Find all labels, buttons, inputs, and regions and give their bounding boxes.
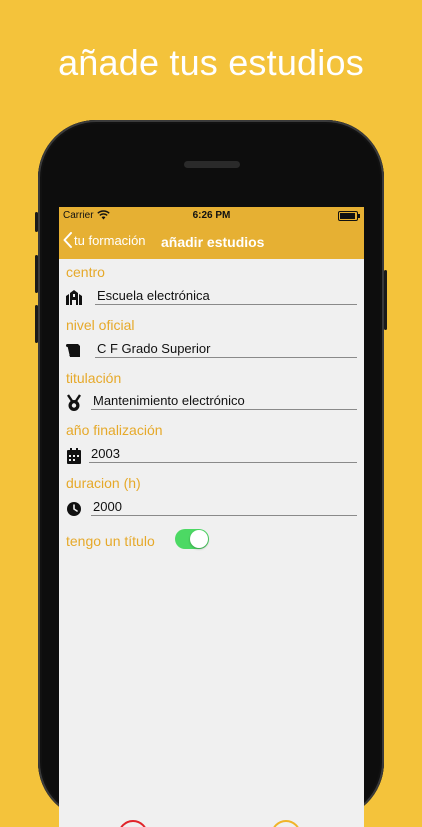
field-label-nivel-oficial: nivel oficial [66, 317, 135, 333]
nav-bar: tu formación añadir estudios [59, 225, 364, 259]
clock-icon [67, 502, 81, 516]
volume-down-button [35, 305, 38, 343]
promo-headline: añade tus estudios [58, 42, 364, 83]
status-bar: Carrier 6:26 PM [59, 207, 364, 225]
back-label: tu formación [74, 232, 146, 248]
volume-up-button [35, 255, 38, 293]
diploma-scroll-icon [66, 344, 80, 357]
toggle-knob [190, 530, 208, 548]
field-label-centro: centro [66, 264, 105, 280]
school-building-icon [66, 290, 82, 305]
nivel-oficial-input[interactable] [95, 340, 357, 358]
speaker-grille [184, 161, 240, 168]
titulacion-input[interactable] [91, 392, 357, 410]
chevron-left-icon [63, 232, 72, 248]
power-button [384, 270, 387, 330]
silent-switch [35, 212, 38, 232]
medal-icon [67, 394, 81, 411]
field-label-ano-finalizacion: año finalización [66, 422, 163, 438]
field-label-titulacion: titulación [66, 370, 122, 386]
battery-icon [338, 211, 360, 221]
phone-frame: Carrier 6:26 PM tu formación añadir estu… [35, 120, 387, 827]
duracion-input[interactable] [91, 498, 357, 516]
page-title: añadir estudios [161, 234, 265, 250]
toggle-label: tengo un título [66, 533, 155, 549]
ano-finalizacion-input[interactable] [89, 445, 357, 463]
delete-button[interactable] [118, 820, 148, 827]
tengo-titulo-toggle[interactable] [175, 529, 209, 549]
save-button[interactable] [271, 820, 301, 827]
app-screen: Carrier 6:26 PM tu formación añadir estu… [59, 207, 364, 827]
calendar-icon [67, 448, 81, 464]
field-label-duracion: duracion (h) [66, 475, 141, 491]
status-time: 6:26 PM [192, 210, 231, 221]
centro-input[interactable] [95, 287, 357, 305]
back-button[interactable]: tu formación [63, 232, 146, 248]
